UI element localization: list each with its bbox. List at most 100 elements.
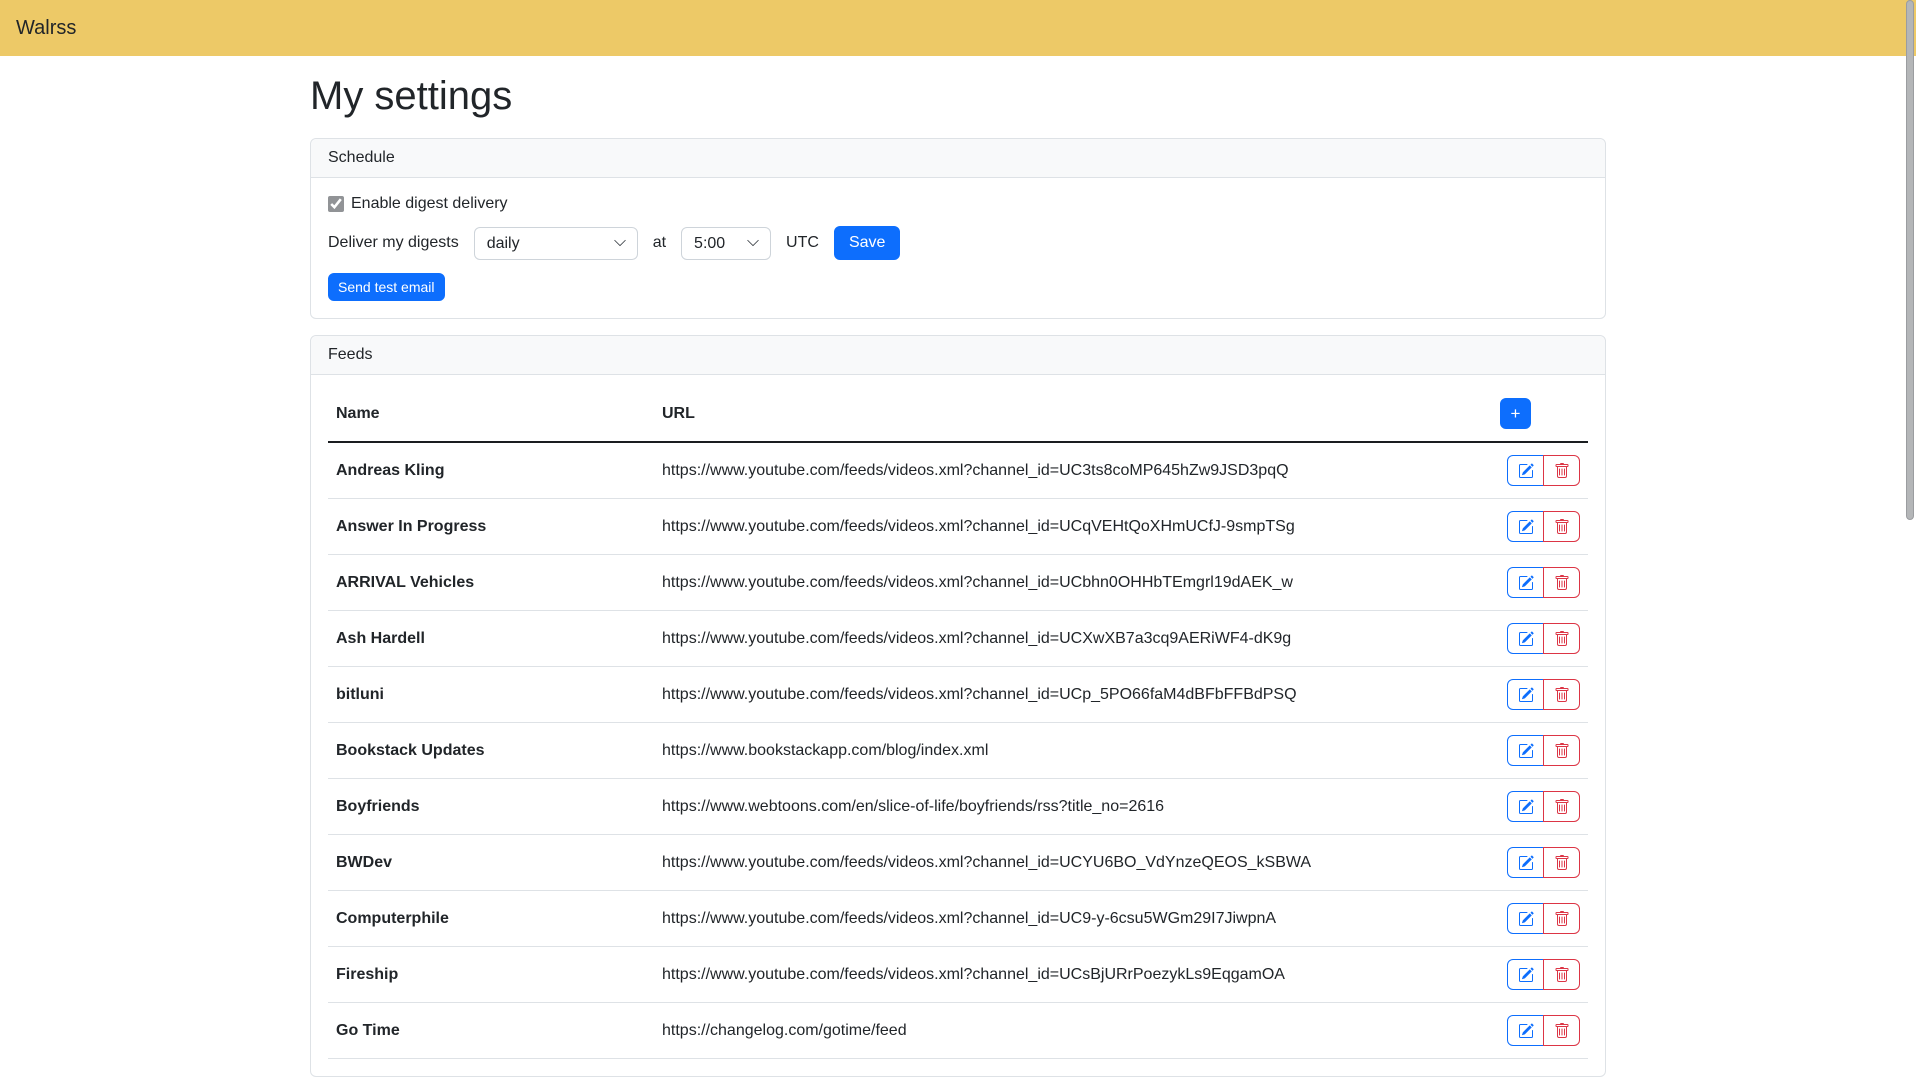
- trash-icon: [1554, 631, 1570, 647]
- pencil-square-icon: [1518, 1023, 1534, 1039]
- feed-actions-group: [1507, 623, 1580, 654]
- feed-actions-group: [1507, 959, 1580, 990]
- send-test-email-button[interactable]: Send test email: [328, 273, 445, 301]
- pencil-square-icon: [1518, 631, 1534, 647]
- feeds-table-body: Andreas Kling https://www.youtube.com/fe…: [328, 442, 1588, 1059]
- enable-digest-checkbox[interactable]: [328, 196, 344, 212]
- save-button[interactable]: Save: [834, 226, 900, 260]
- pencil-square-icon: [1518, 967, 1534, 983]
- edit-feed-button[interactable]: [1507, 1015, 1544, 1046]
- name-column-header: Name: [328, 392, 654, 442]
- page-scrollbar[interactable]: [1904, 0, 1916, 941]
- delete-feed-button[interactable]: [1543, 1015, 1580, 1046]
- trash-icon: [1554, 743, 1570, 759]
- edit-feed-button[interactable]: [1507, 455, 1544, 486]
- trash-icon: [1554, 463, 1570, 479]
- edit-feed-button[interactable]: [1507, 791, 1544, 822]
- trash-icon: [1554, 967, 1570, 983]
- feed-name: Boyfriends: [328, 779, 654, 835]
- time-select-wrap: 5:00: [681, 227, 771, 260]
- time-select[interactable]: 5:00: [681, 227, 771, 260]
- delete-feed-button[interactable]: [1543, 903, 1580, 934]
- app-brand[interactable]: Walrss: [16, 17, 76, 40]
- feed-actions-group: [1507, 567, 1580, 598]
- plus-icon: +: [1511, 405, 1521, 422]
- feeds-card-header: Feeds: [311, 336, 1605, 375]
- trash-icon: [1554, 687, 1570, 703]
- trash-icon: [1554, 1023, 1570, 1039]
- delete-feed-button[interactable]: [1543, 791, 1580, 822]
- feed-actions: [1492, 947, 1588, 1003]
- trash-icon: [1554, 519, 1570, 535]
- delete-feed-button[interactable]: [1543, 567, 1580, 598]
- feed-url: https://changelog.com/gotime/feed: [654, 1003, 1492, 1059]
- table-row: BWDev https://www.youtube.com/feeds/vide…: [328, 835, 1588, 891]
- delete-feed-button[interactable]: [1543, 511, 1580, 542]
- feed-actions-group: [1507, 511, 1580, 542]
- feed-actions: [1492, 723, 1588, 779]
- feed-name: Computerphile: [328, 891, 654, 947]
- delete-feed-button[interactable]: [1543, 959, 1580, 990]
- url-column-header: URL: [654, 392, 1492, 442]
- feed-url: https://www.youtube.com/feeds/videos.xml…: [654, 947, 1492, 1003]
- delete-feed-button[interactable]: [1543, 623, 1580, 654]
- schedule-card: Schedule Enable digest delivery Deliver …: [310, 138, 1606, 319]
- feed-actions: [1492, 499, 1588, 555]
- edit-feed-button[interactable]: [1507, 679, 1544, 710]
- edit-feed-button[interactable]: [1507, 847, 1544, 878]
- edit-feed-button[interactable]: [1507, 959, 1544, 990]
- trash-icon: [1554, 799, 1570, 815]
- feeds-card: Feeds Name URL + Andreas Kling h: [310, 335, 1606, 1077]
- feed-actions: [1492, 1003, 1588, 1059]
- table-row: Andreas Kling https://www.youtube.com/fe…: [328, 442, 1588, 499]
- delivery-schedule-row: Deliver my digests daily at 5:00: [328, 226, 1588, 260]
- feeds-table-header-row: Name URL +: [328, 392, 1588, 442]
- feed-url: https://www.bookstackapp.com/blog/index.…: [654, 723, 1492, 779]
- schedule-card-header: Schedule: [311, 139, 1605, 178]
- edit-feed-button[interactable]: [1507, 903, 1544, 934]
- feed-actions: [1492, 442, 1588, 499]
- feed-name: BWDev: [328, 835, 654, 891]
- table-row: Bookstack Updates https://www.bookstacka…: [328, 723, 1588, 779]
- actions-column-header: +: [1492, 392, 1588, 442]
- delete-feed-button[interactable]: [1543, 679, 1580, 710]
- feed-url: https://www.webtoons.com/en/slice-of-lif…: [654, 779, 1492, 835]
- pencil-square-icon: [1518, 799, 1534, 815]
- feed-name: Go Time: [328, 1003, 654, 1059]
- edit-feed-button[interactable]: [1507, 623, 1544, 654]
- edit-feed-button[interactable]: [1507, 511, 1544, 542]
- feed-actions-group: [1507, 735, 1580, 766]
- feed-actions: [1492, 891, 1588, 947]
- feed-url: https://www.youtube.com/feeds/videos.xml…: [654, 891, 1492, 947]
- edit-feed-button[interactable]: [1507, 735, 1544, 766]
- edit-feed-button[interactable]: [1507, 567, 1544, 598]
- feed-actions: [1492, 611, 1588, 667]
- pencil-square-icon: [1518, 855, 1534, 871]
- table-row: Fireship https://www.youtube.com/feeds/v…: [328, 947, 1588, 1003]
- feed-url: https://www.youtube.com/feeds/videos.xml…: [654, 499, 1492, 555]
- feed-url: https://www.youtube.com/feeds/videos.xml…: [654, 611, 1492, 667]
- feed-actions: [1492, 667, 1588, 723]
- main-content: My settings Schedule Enable digest deliv…: [310, 72, 1606, 1077]
- delete-feed-button[interactable]: [1543, 735, 1580, 766]
- feed-url: https://www.youtube.com/feeds/videos.xml…: [654, 555, 1492, 611]
- table-row: Ash Hardell https://www.youtube.com/feed…: [328, 611, 1588, 667]
- feed-url: https://www.youtube.com/feeds/videos.xml…: [654, 667, 1492, 723]
- feed-actions: [1492, 835, 1588, 891]
- trash-icon: [1554, 575, 1570, 591]
- feed-actions-group: [1507, 791, 1580, 822]
- feed-name: Ash Hardell: [328, 611, 654, 667]
- delete-feed-button[interactable]: [1543, 455, 1580, 486]
- table-row: Answer In Progress https://www.youtube.c…: [328, 499, 1588, 555]
- feed-name: Andreas Kling: [328, 442, 654, 499]
- feed-actions-group: [1507, 679, 1580, 710]
- add-feed-button[interactable]: +: [1500, 398, 1531, 429]
- enable-digest-label[interactable]: Enable digest delivery: [351, 195, 508, 213]
- frequency-select[interactable]: daily: [474, 227, 638, 260]
- feed-url: https://www.youtube.com/feeds/videos.xml…: [654, 835, 1492, 891]
- delete-feed-button[interactable]: [1543, 847, 1580, 878]
- at-label: at: [653, 234, 666, 252]
- scrollbar-thumb[interactable]: [1906, 0, 1914, 520]
- deliver-label: Deliver my digests: [328, 234, 459, 252]
- feed-actions-group: [1507, 847, 1580, 878]
